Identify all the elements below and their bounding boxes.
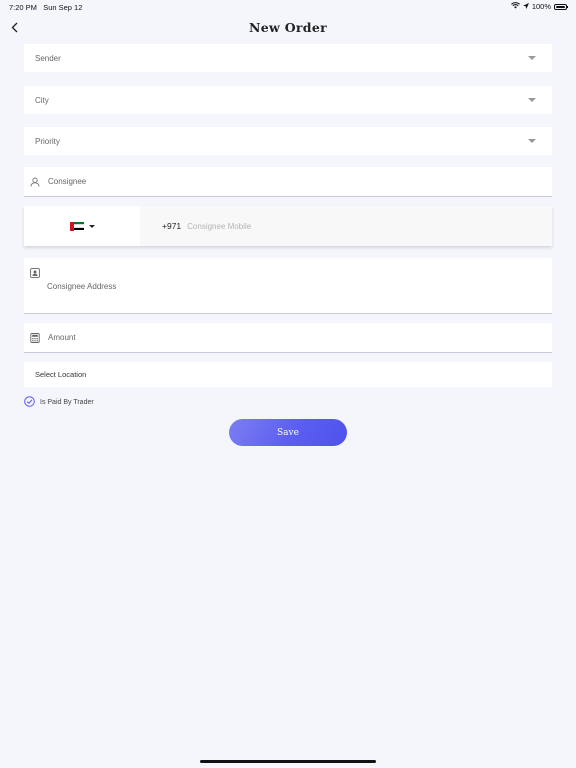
mobile-input-area: +971 (140, 206, 552, 246)
status-indicators: 100% (510, 2, 568, 11)
caret-down-icon (528, 139, 536, 143)
page-title: New Order (249, 20, 327, 35)
contact-card-icon (30, 268, 40, 278)
priority-label: Priority (35, 136, 60, 146)
paid-by-trader-label: Is Paid By Trader (40, 399, 94, 406)
calculator-icon (30, 332, 40, 343)
amount-label: Amount (48, 333, 76, 342)
status-time-text: 7:20 PM (9, 3, 37, 12)
city-label: City (35, 95, 49, 105)
country-code-picker[interactable] (24, 206, 140, 246)
consignee-mobile-row: +971 (24, 206, 552, 246)
consignee-field[interactable]: Consignee (24, 167, 552, 197)
status-bar: 7:20 PM Sun Sep 12 100% (0, 0, 576, 14)
consignee-label: Consignee (48, 177, 87, 186)
battery-percent: 100% (531, 2, 551, 11)
nav-bar: New Order (0, 14, 576, 42)
wifi-icon (510, 2, 520, 11)
city-dropdown[interactable]: City (24, 86, 552, 114)
uae-flag-icon (69, 221, 84, 231)
dial-code: +971 (162, 221, 182, 231)
caret-down-icon (528, 98, 536, 102)
consignee-mobile-input[interactable] (187, 206, 552, 246)
paid-by-trader-checkbox[interactable]: Is Paid By Trader (24, 396, 94, 409)
select-location-field[interactable]: Select Location (24, 362, 552, 387)
battery-fill (556, 5, 565, 8)
user-icon (30, 177, 40, 187)
sender-dropdown[interactable]: Sender (24, 44, 552, 72)
caret-down-icon (528, 56, 536, 60)
select-location-label: Select Location (35, 370, 87, 379)
caret-down-icon (88, 224, 95, 228)
battery-icon (554, 3, 568, 10)
check-circle-icon (24, 396, 35, 409)
consignee-address-label: Consignee Address (47, 282, 117, 291)
sender-label: Sender (35, 53, 61, 63)
priority-dropdown[interactable]: Priority (24, 127, 552, 155)
location-arrow-icon (522, 2, 529, 11)
status-date-text: Sun Sep 12 (43, 3, 83, 12)
amount-field[interactable]: Amount (24, 323, 552, 353)
home-indicator (200, 760, 376, 763)
consignee-address-field[interactable]: Consignee Address (24, 258, 552, 314)
save-button[interactable]: Save (229, 419, 347, 446)
status-time: 7:20 PM Sun Sep 12 (9, 3, 82, 12)
